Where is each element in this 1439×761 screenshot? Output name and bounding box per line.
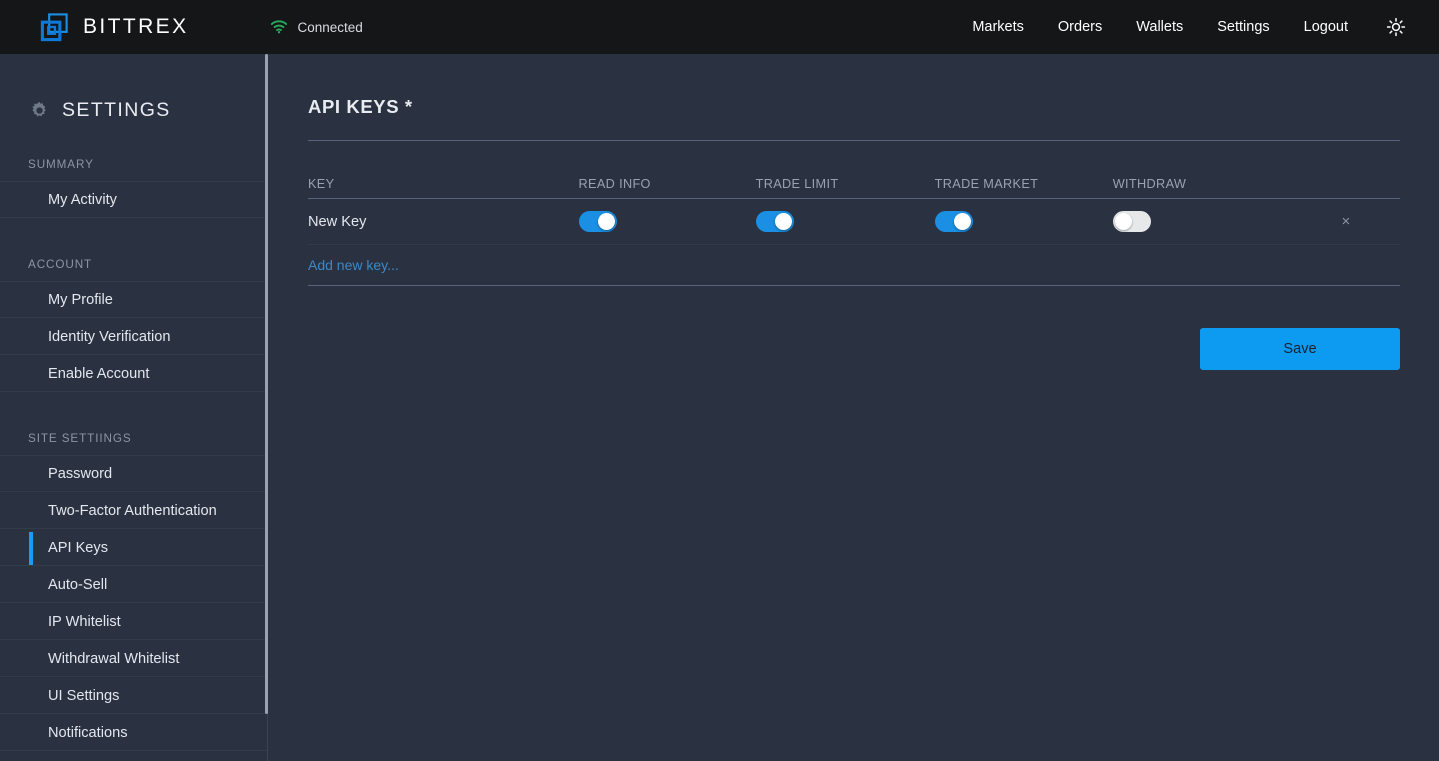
toggle-trade-market[interactable] — [934, 211, 973, 232]
title-divider — [308, 140, 1400, 141]
top-navigation-bar: BITTREX Connected Markets Orders Wallets… — [0, 0, 1439, 54]
sidebar-item-label: Enable Account — [48, 365, 150, 382]
toggle-knob — [1114, 213, 1132, 230]
toggle-read-info[interactable] — [578, 211, 617, 232]
sidebar-item-label: My Profile — [48, 291, 113, 308]
column-header-trade-limit: TRADE LIMIT — [755, 177, 839, 191]
add-new-key-link[interactable]: Add new key... — [308, 257, 399, 273]
toggle-withdraw[interactable] — [1112, 211, 1151, 232]
key-name-text: New Key — [308, 213, 367, 230]
nav-item-orders[interactable]: Orders — [1041, 13, 1119, 41]
sidebar-section-label-account: ACCOUNT — [28, 258, 93, 271]
toggle-knob — [597, 213, 615, 230]
add-new-key-row: Add new key... — [308, 245, 1400, 286]
table-row: New Key × — [308, 199, 1400, 245]
theme-toggle-button[interactable] — [1379, 10, 1413, 44]
sidebar-item-label: Withdrawal Whitelist — [48, 650, 180, 667]
sidebar-section-label-site-settings: SITE SETTIINGS — [28, 432, 132, 445]
toggle-knob — [774, 213, 792, 230]
sun-icon — [1386, 17, 1406, 37]
column-header-trade-market: TRADE MARKET — [934, 177, 1039, 191]
sidebar-item-label: UI Settings — [48, 687, 120, 704]
gear-icon — [30, 101, 49, 120]
sidebar-item-identity-verification[interactable]: Identity Verification — [0, 318, 267, 355]
nav-item-logout[interactable]: Logout — [1287, 13, 1365, 41]
sidebar-item-enable-account[interactable]: Enable Account — [0, 355, 267, 392]
delete-key-icon[interactable]: × — [1342, 213, 1351, 230]
cell-key-name: New Key — [308, 214, 579, 230]
table-header-row: KEY READ INFO TRADE LIMIT TRADE MARKET W… — [308, 177, 1400, 199]
save-button-container: Save — [308, 328, 1400, 370]
sidebar-item-label: My Activity — [48, 191, 117, 208]
sidebar-menu-account: My Profile Identity Verification Enable … — [0, 281, 267, 392]
sidebar-item-label: API Keys — [48, 539, 109, 556]
sidebar-header: SETTINGS — [0, 54, 267, 122]
sidebar-item-password[interactable]: Password — [0, 455, 267, 492]
sidebar-item-ip-whitelist[interactable]: IP Whitelist — [0, 603, 267, 640]
toggle-trade-limit[interactable] — [755, 211, 794, 232]
api-keys-table: KEY READ INFO TRADE LIMIT TRADE MARKET W… — [308, 177, 1400, 286]
sidebar-menu-summary: My Activity — [0, 181, 267, 218]
sidebar-item-label: Password — [48, 465, 113, 482]
column-header-withdraw: WITHDRAW — [1112, 177, 1187, 191]
page-title: API KEYS * — [308, 96, 413, 117]
sidebar-item-label: Notifications — [48, 724, 128, 741]
sidebar-item-auto-sell[interactable]: Auto-Sell — [0, 566, 267, 603]
nav-item-markets[interactable]: Markets — [955, 13, 1041, 41]
connection-status: Connected — [270, 19, 363, 35]
main-content: API KEYS * KEY READ INFO TRADE LIMIT TRA… — [269, 54, 1439, 761]
column-header-key: KEY — [308, 177, 335, 191]
save-button[interactable]: Save — [1200, 328, 1400, 370]
sidebar-item-my-activity[interactable]: My Activity — [0, 181, 267, 218]
sidebar-item-two-factor-authentication[interactable]: Two-Factor Authentication — [0, 492, 267, 529]
wifi-icon — [270, 20, 288, 34]
bittrex-logo-icon — [39, 12, 70, 43]
cell-withdraw — [1112, 211, 1292, 232]
sidebar-item-ui-settings[interactable]: UI Settings — [0, 677, 267, 714]
sidebar-section-label-summary: SUMMARY — [28, 158, 94, 171]
sidebar-item-withdrawal-whitelist[interactable]: Withdrawal Whitelist — [0, 640, 267, 677]
column-header-read-info: READ INFO — [578, 177, 651, 191]
sidebar-scrollbar-thumb[interactable] — [265, 54, 268, 714]
settings-sidebar: SETTINGS SUMMARY My Activity ACCOUNT My … — [0, 54, 268, 761]
sidebar-item-label: Auto-Sell — [48, 576, 108, 593]
cell-trade-limit — [755, 211, 935, 232]
sidebar-item-notifications[interactable]: Notifications — [0, 714, 267, 751]
sidebar-title: SETTINGS — [62, 99, 171, 121]
cell-trade-market — [934, 211, 1113, 232]
main-nav: Markets Orders Wallets Settings Logout — [955, 10, 1439, 44]
sidebar-item-label: IP Whitelist — [48, 613, 121, 630]
sidebar-menu-site-settings: Password Two-Factor Authentication API K… — [0, 455, 267, 751]
connection-status-label: Connected — [297, 19, 363, 35]
cell-read-info — [578, 211, 756, 232]
nav-item-wallets[interactable]: Wallets — [1119, 13, 1200, 41]
brand-name-text: BITTREX — [83, 15, 189, 38]
brand-logo-group[interactable]: BITTREX — [39, 12, 188, 43]
sidebar-item-label: Identity Verification — [48, 328, 171, 345]
sidebar-scrollbar-track[interactable] — [264, 54, 269, 761]
cell-delete: × — [1292, 213, 1400, 230]
toggle-knob — [953, 213, 971, 230]
nav-item-settings[interactable]: Settings — [1200, 13, 1286, 41]
sidebar-item-api-keys[interactable]: API Keys — [0, 529, 267, 566]
sidebar-item-label: Two-Factor Authentication — [48, 502, 217, 519]
sidebar-item-my-profile[interactable]: My Profile — [0, 281, 267, 318]
